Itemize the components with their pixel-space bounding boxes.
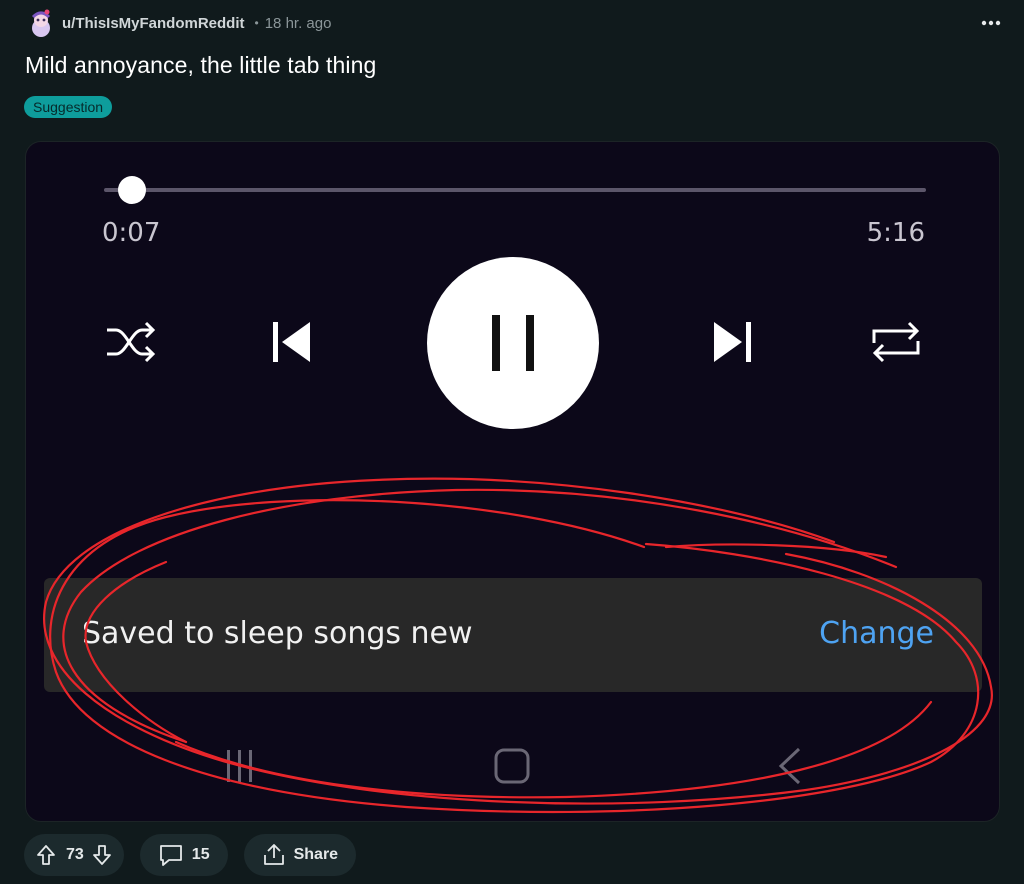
author-username[interactable]: u/ThisIsMyFandomReddit: [62, 15, 245, 32]
seek-thumb[interactable]: [118, 176, 147, 204]
red-scribble-annotation: [43, 477, 993, 814]
pause-icon: [492, 315, 534, 371]
total-time: 5:16: [866, 218, 925, 248]
skip-previous-icon: [273, 322, 310, 362]
back-icon: [778, 747, 801, 785]
downvote-icon: [92, 845, 111, 865]
recent-apps-icon: [227, 750, 252, 782]
upvote-icon: [37, 845, 55, 865]
next-track-button[interactable]: [708, 318, 758, 366]
shuffle-button[interactable]: [102, 318, 158, 366]
pause-button[interactable]: [427, 257, 599, 429]
vote-pill: 73: [24, 834, 124, 876]
shuffle-icon: [107, 321, 156, 363]
back-button[interactable]: [770, 746, 810, 786]
share-button[interactable]: Share: [243, 834, 357, 876]
share-label: Share: [293, 846, 339, 863]
home-button[interactable]: [492, 746, 532, 786]
post-timestamp: 18 hr. ago: [264, 14, 332, 32]
repeat-button[interactable]: [868, 318, 924, 366]
more-options-button[interactable]: [976, 8, 1006, 38]
comments-button[interactable]: 15: [139, 834, 228, 876]
post-header: u/ThisIsMyFandomReddit • 18 hr. ago: [26, 8, 1006, 38]
avatar[interactable]: [26, 8, 56, 38]
android-nav-bar: [26, 732, 999, 802]
post-image[interactable]: 0:07 5:16 Saved to sleep songs new Chang…: [25, 141, 1000, 822]
vote-count: 73: [66, 846, 84, 863]
current-time: 0:07: [102, 218, 161, 248]
comment-count: 15: [191, 846, 210, 863]
seek-bar[interactable]: [104, 188, 926, 192]
snackbar-message: Saved to sleep songs new: [82, 616, 473, 651]
recent-apps-button[interactable]: [220, 746, 260, 786]
snackbar-change-button[interactable]: Change: [819, 616, 934, 651]
flair-badge[interactable]: Suggestion: [24, 96, 113, 118]
share-icon: [263, 844, 284, 865]
post-actions: 73 15 Share: [24, 834, 357, 876]
previous-track-button[interactable]: [266, 318, 316, 366]
post-title[interactable]: Mild annoyance, the little tab thing: [25, 52, 376, 79]
skip-next-icon: [714, 322, 751, 362]
home-icon: [494, 748, 530, 784]
comment-icon: [159, 845, 182, 866]
snackbar: Saved to sleep songs new Change: [44, 578, 982, 692]
upvote-button[interactable]: [36, 844, 56, 866]
repeat-icon: [872, 321, 920, 363]
meta-separator: •: [254, 16, 259, 30]
more-options-icon: [981, 20, 1001, 26]
downvote-button[interactable]: [92, 844, 112, 866]
